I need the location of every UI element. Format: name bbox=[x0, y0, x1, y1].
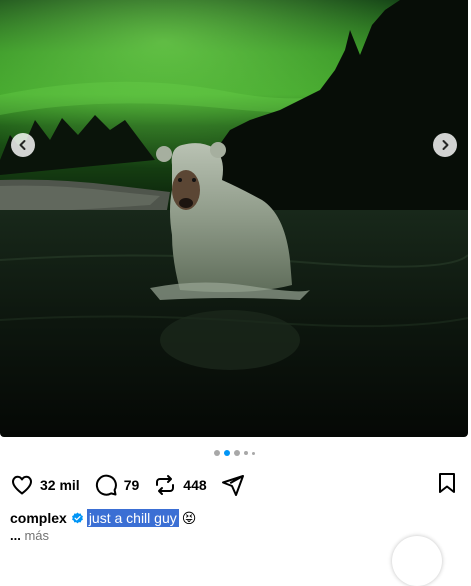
aurora-bear-photo bbox=[0, 0, 468, 437]
carousel-indicator bbox=[0, 450, 468, 456]
repost-count[interactable]: 448 bbox=[183, 477, 206, 493]
post-image[interactable] bbox=[0, 0, 468, 437]
like-button[interactable]: 32 mil bbox=[10, 473, 80, 497]
repost-button[interactable]: 448 bbox=[153, 473, 207, 497]
carousel-prev-button[interactable] bbox=[11, 133, 35, 157]
share-button[interactable] bbox=[221, 473, 245, 497]
username-link[interactable]: complex bbox=[10, 509, 67, 527]
carousel-next-button[interactable] bbox=[433, 133, 457, 157]
post-caption: complex just a chill guy 😝 bbox=[10, 509, 196, 527]
carousel-dot-active bbox=[223, 450, 230, 456]
like-count[interactable]: 32 mil bbox=[40, 477, 80, 493]
carousel-dot bbox=[213, 450, 220, 456]
comment-icon bbox=[95, 474, 117, 496]
post-actions: 32 mil 79 448 bbox=[10, 472, 459, 498]
save-button[interactable] bbox=[435, 471, 459, 500]
verified-badge-icon bbox=[71, 512, 84, 525]
more-label: más bbox=[24, 528, 50, 543]
repost-icon bbox=[156, 475, 175, 495]
carousel-dot bbox=[233, 450, 240, 456]
paper-plane-icon bbox=[221, 475, 244, 496]
chevron-right-icon bbox=[442, 140, 449, 150]
bookmark-icon bbox=[439, 472, 455, 493]
comment-button[interactable]: 79 bbox=[94, 473, 140, 497]
comment-count[interactable]: 79 bbox=[124, 477, 140, 493]
emoji: 😝 bbox=[181, 510, 197, 526]
floating-button[interactable] bbox=[392, 536, 442, 586]
carousel-dot bbox=[251, 451, 255, 455]
caption-text: just a chill guy bbox=[86, 509, 179, 527]
more-ellipsis: ... bbox=[10, 528, 21, 543]
heart-icon bbox=[12, 475, 32, 495]
chevron-left-icon bbox=[19, 140, 26, 150]
carousel-dot bbox=[243, 451, 248, 455]
more-button[interactable]: ... más bbox=[10, 528, 49, 543]
